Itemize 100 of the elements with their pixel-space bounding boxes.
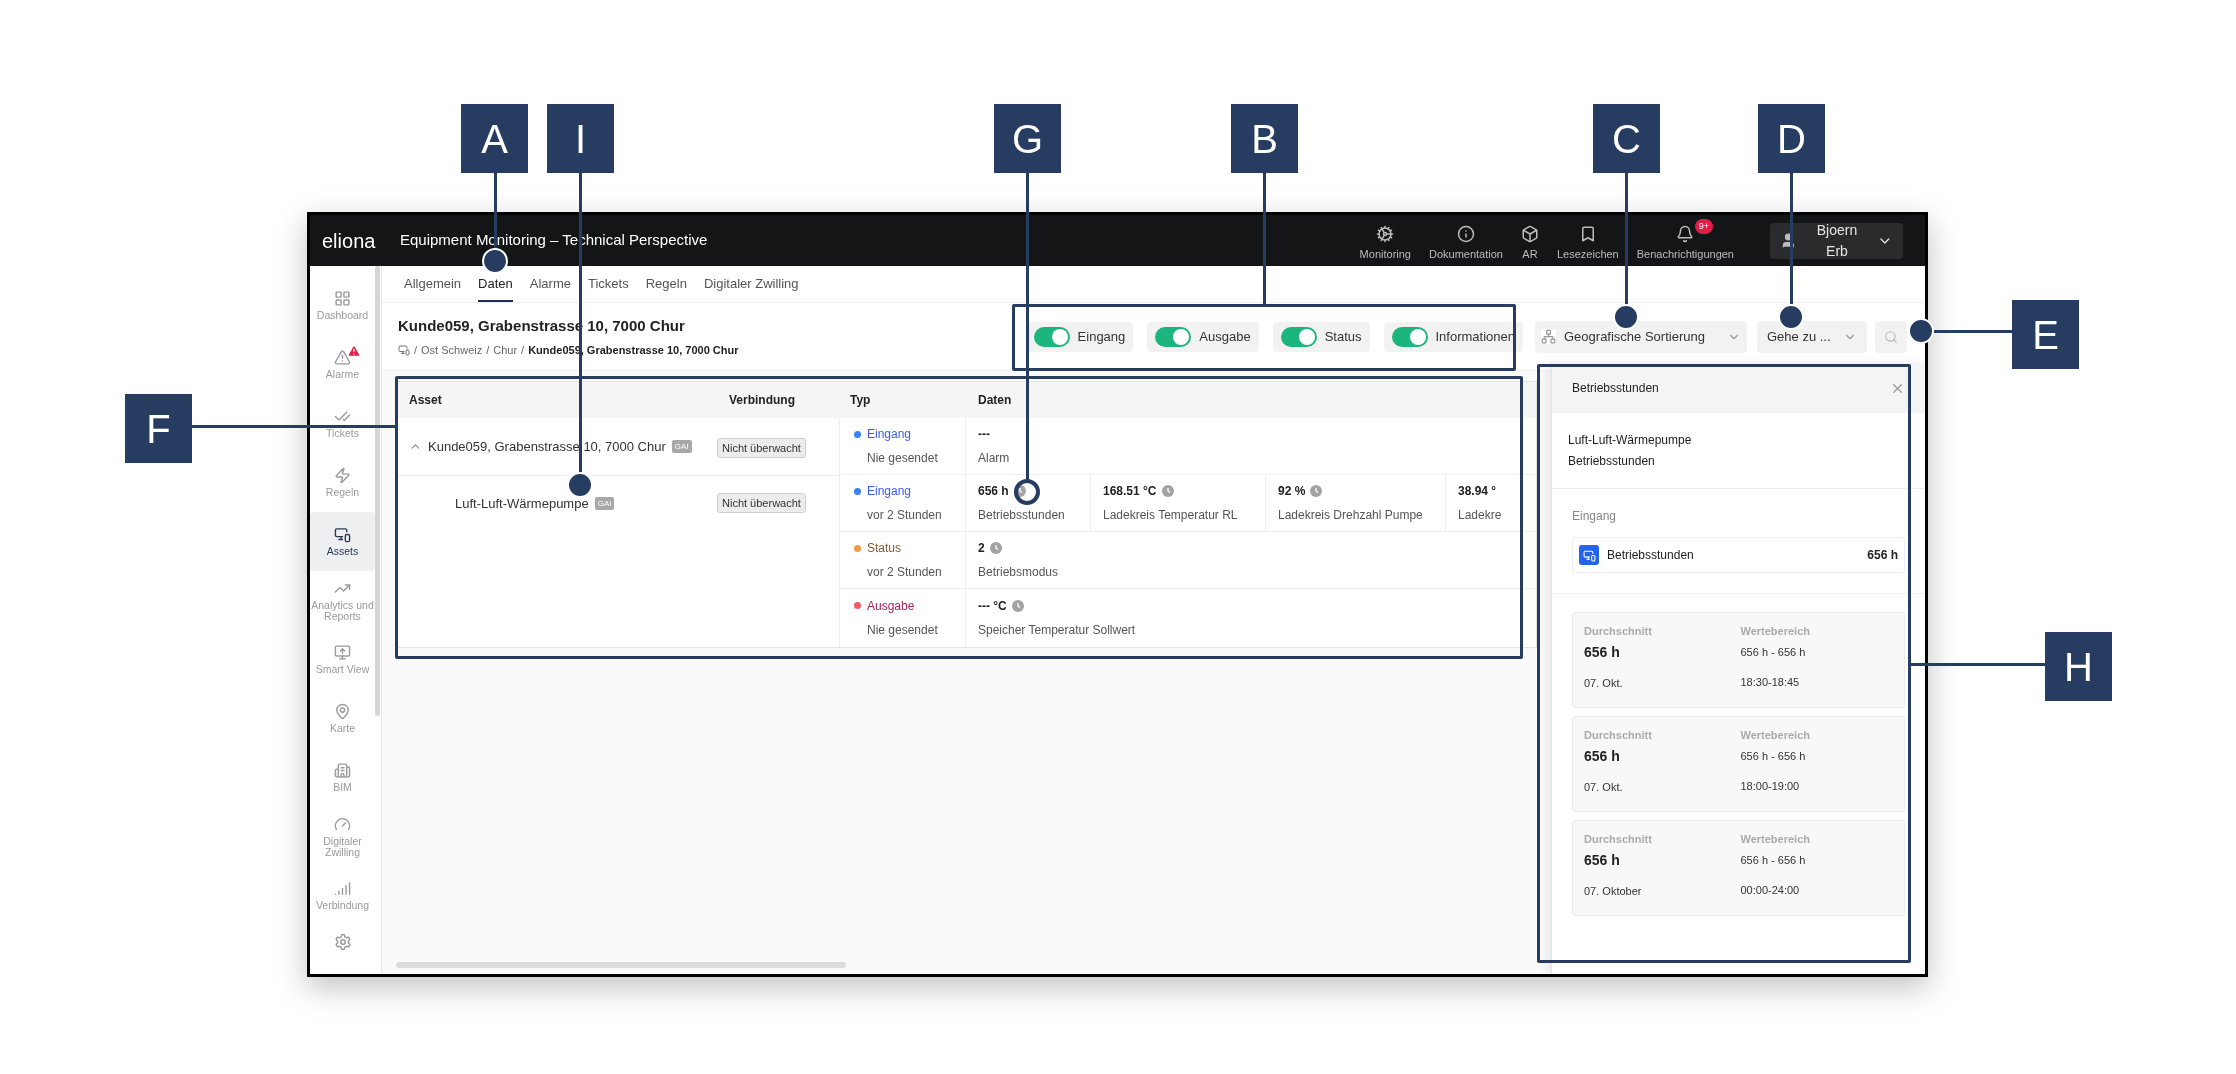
toggle-switch[interactable]: [1391, 326, 1428, 347]
stat-value: 656 h: [1584, 746, 1621, 766]
stat-label: Wertebereich: [1740, 624, 1811, 639]
callout-ring: [1014, 479, 1040, 505]
breadcrumb-separator: /: [521, 343, 525, 358]
filter-chip[interactable]: Status: [1272, 321, 1370, 352]
tree-icon: [1541, 329, 1556, 344]
logo[interactable]: eliona: [322, 225, 392, 256]
search-button[interactable]: [1875, 320, 1907, 353]
column-header: Daten: [977, 392, 1012, 409]
section-label: Eingang: [1572, 509, 1617, 523]
stat-range: 656 h - 656 h: [1740, 644, 1807, 660]
asset-name[interactable]: Kunde059, Grabenstrasse 10, 7000 Chur: [428, 436, 666, 457]
tab[interactable]: Tickets: [588, 273, 629, 302]
data-type: Eingang: [867, 483, 912, 500]
column-header: Typ: [849, 392, 872, 409]
stat-label: Durchschnitt: [1584, 624, 1653, 639]
panel-title: Betriebsstunden: [1572, 380, 1659, 397]
signal-bars-icon: [334, 880, 351, 897]
notification-badge: 9+: [1694, 218, 1713, 234]
data-point-name: Ladekre: [1458, 507, 1502, 524]
data-point-name: Alarm: [978, 450, 1010, 467]
cog-icon: [1376, 224, 1395, 243]
tab[interactable]: Allgemein: [404, 273, 462, 302]
data-value: 656 h: [1867, 547, 1898, 564]
data-type: Ausgabe: [867, 597, 915, 615]
settings-icon[interactable]: [333, 933, 352, 951]
data-value: 38.94 °: [1458, 483, 1497, 500]
data-point-name: Betriebsstunden: [978, 507, 1066, 524]
callout-label: D: [1758, 104, 1825, 173]
last-sent-time: Nie gesendet: [866, 450, 939, 467]
toggle-switch[interactable]: [1155, 326, 1192, 347]
toolbar-button[interactable]: Monitoring: [1357, 218, 1413, 263]
toolbar-button[interactable]: Dokumentation: [1426, 218, 1505, 263]
last-sent-time: vor 2 Stunden: [866, 507, 943, 524]
data-type: Eingang: [867, 426, 912, 443]
devices-icon: [334, 526, 351, 543]
asset-tag: GAI: [594, 497, 615, 511]
toolbar-button[interactable]: Lesezeichen: [1554, 218, 1621, 263]
tab[interactable]: Digitaler Zwilling: [703, 273, 799, 302]
search-icon: [1884, 329, 1898, 344]
filter-chip[interactable]: Informationen: [1383, 321, 1523, 352]
callout-label: B: [1231, 104, 1298, 173]
panel-subtitle: Betriebsstunden: [1568, 453, 1656, 470]
gauge-icon: [334, 815, 351, 833]
lightning-icon: [334, 467, 351, 484]
toolbar-button[interactable]: AR: [1518, 218, 1541, 263]
data-point-name: Speicher Temperatur Sollwert: [978, 621, 1136, 639]
data-value: 2: [978, 540, 985, 557]
asset-name[interactable]: Luft-Luft-Wärmepumpe: [455, 494, 589, 514]
toolbar-button[interactable]: Benachrichtigungen 9+: [1634, 218, 1736, 263]
scrollbar[interactable]: [396, 962, 846, 968]
breadcrumb-separator: /: [486, 343, 490, 358]
stat-date: 07. Okt.: [1584, 779, 1624, 795]
stat-time: 00:00-24:00: [1740, 883, 1801, 898]
stat-range: 656 h - 656 h: [1740, 852, 1807, 868]
tab[interactable]: Alarme: [529, 273, 571, 302]
data-value: 92 %: [1278, 483, 1306, 500]
breadcrumb-link[interactable]: Ost Schweiz: [421, 342, 483, 359]
upload-screen-icon: [334, 644, 351, 661]
data-value: ---: [978, 426, 990, 443]
data-value: 168.51 °C: [1103, 483, 1157, 500]
user-menu-button[interactable]: Bjoern Erb: [1770, 222, 1903, 259]
sort-dropdown[interactable]: Geografische Sortierung: [1535, 320, 1747, 353]
breadcrumb-separator: /: [414, 343, 418, 358]
stat-time: 18:30-18:45: [1740, 675, 1801, 690]
filter-chip[interactable]: Ausgabe: [1147, 321, 1259, 352]
column-header: Asset: [408, 392, 443, 409]
goto-dropdown[interactable]: Gehe zu ...: [1757, 320, 1867, 353]
asset-tag: GAI: [671, 440, 692, 453]
toggle-switch[interactable]: [1280, 326, 1317, 347]
data-point-name: Ladekreis Drehzahl Pumpe: [1278, 507, 1424, 524]
breadcrumb-link[interactable]: Chur: [493, 342, 518, 359]
cube-icon: [1520, 224, 1539, 243]
stat-label: Wertebereich: [1740, 728, 1811, 743]
callout-label: F: [125, 394, 192, 463]
toggle-switch[interactable]: [1033, 326, 1070, 347]
tab[interactable]: Regeln: [645, 273, 687, 302]
connection-status: Nicht überwacht: [717, 493, 806, 513]
sidebar-item[interactable]: Assets: [310, 512, 375, 571]
stat-value: 656 h: [1584, 642, 1621, 662]
scrollbar[interactable]: [375, 266, 380, 716]
data-point-name: Ladekreis Temperatur RL: [1103, 507, 1239, 524]
callout-label: C: [1593, 104, 1660, 173]
callout-label: A: [461, 104, 528, 173]
callout-label: I: [547, 104, 614, 173]
data-point-row[interactable]: Betriebsstunden 656 h: [1572, 537, 1905, 573]
panel-subtitle: Luft-Luft-Wärmepumpe: [1568, 432, 1693, 449]
devices-icon: [398, 344, 410, 357]
last-sent-time: vor 2 Stunden: [866, 564, 943, 581]
column-header: Verbindung: [729, 392, 796, 409]
data-type: Status: [867, 540, 902, 557]
connection-status: Nicht überwacht: [717, 437, 806, 458]
data-value: --- °C: [978, 597, 1007, 615]
stat-date: 07. Okt.: [1584, 675, 1624, 691]
data-point-name: Betriebsmodus: [978, 564, 1059, 581]
warning-icon: [334, 349, 351, 366]
bell-icon: [1676, 224, 1695, 243]
info-icon: [1456, 224, 1475, 243]
dashboard-icon: [334, 290, 351, 307]
